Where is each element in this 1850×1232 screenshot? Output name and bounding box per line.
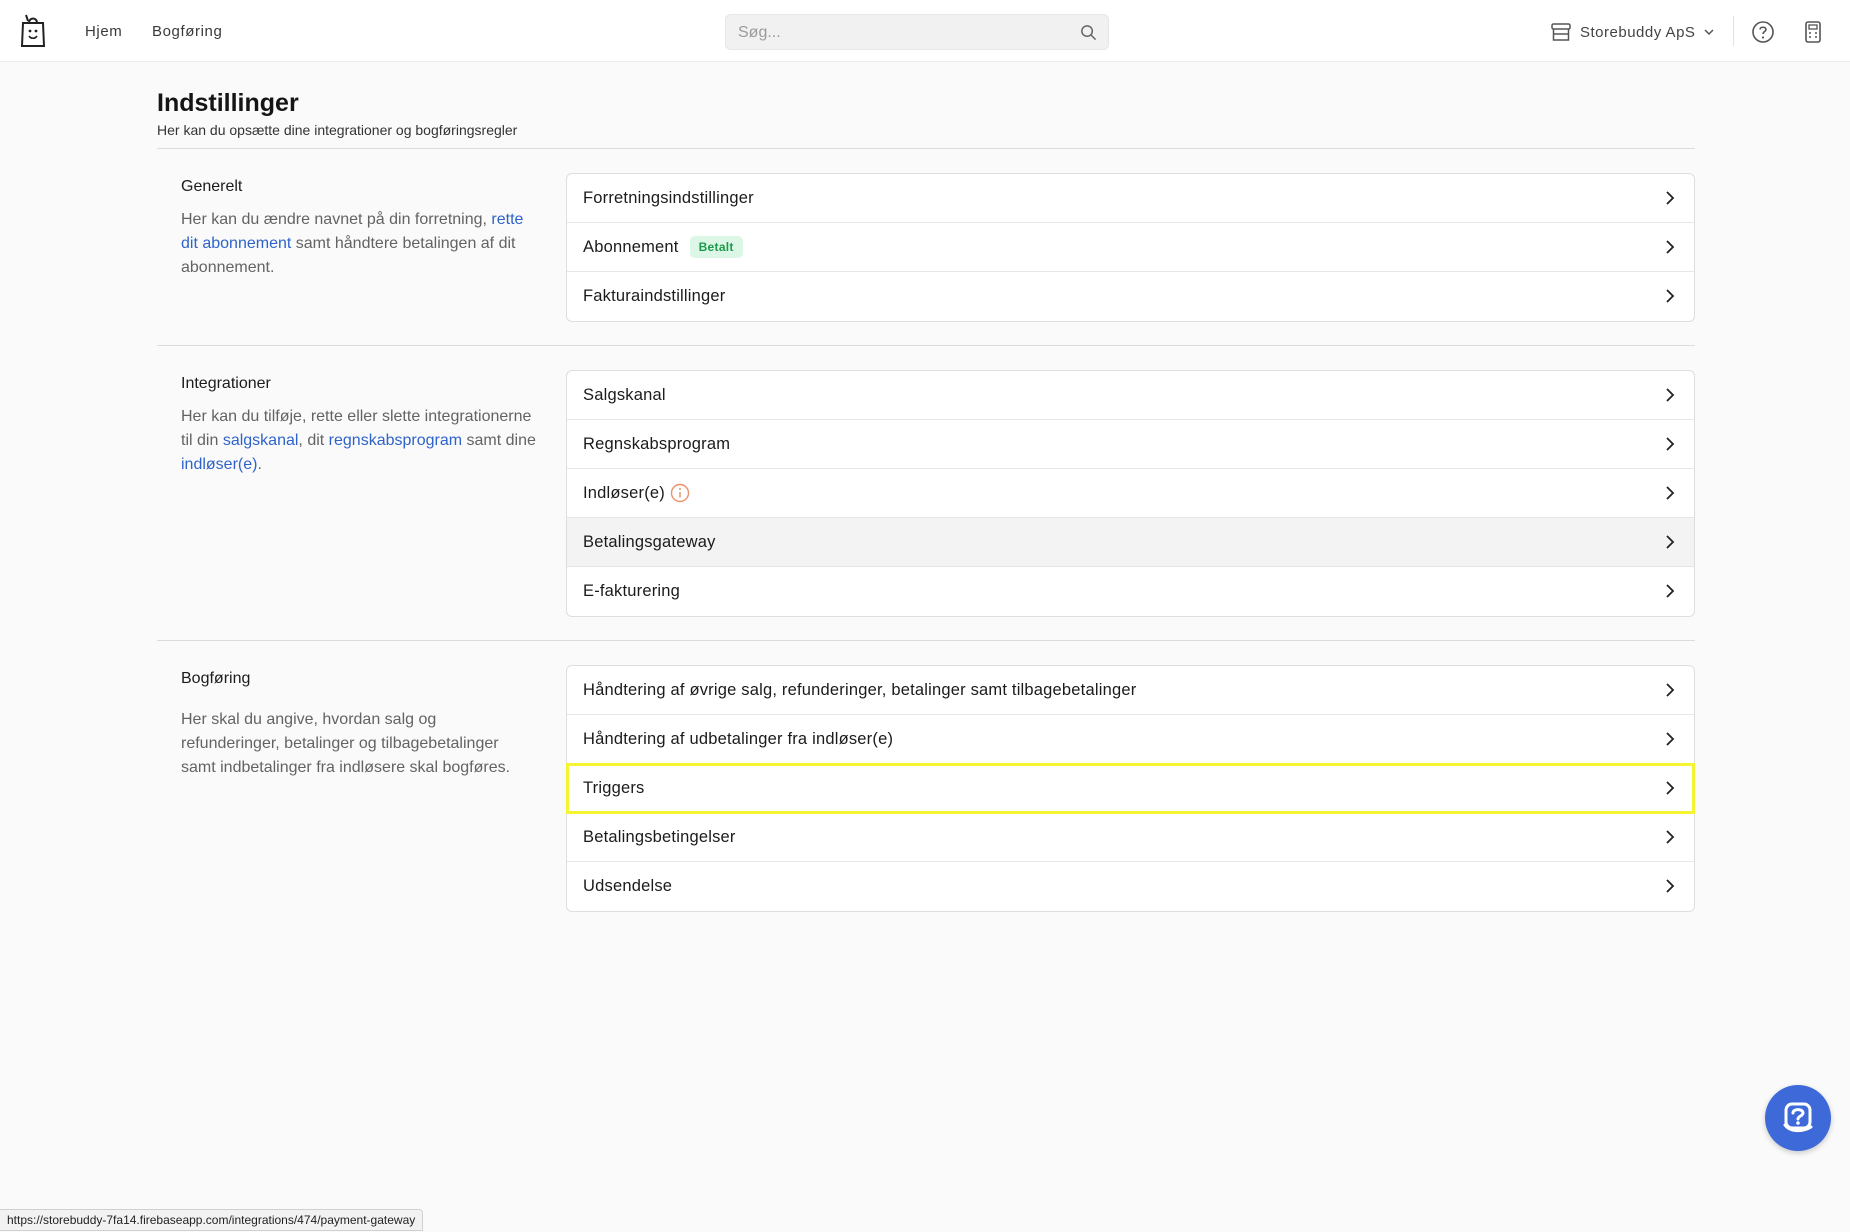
row-label: Triggers <box>583 778 645 797</box>
chevron-down-icon <box>1704 29 1714 36</box>
chevron-right-icon <box>1666 732 1675 746</box>
row-acquirers[interactable]: Indløser(e) <box>567 469 1694 518</box>
chevron-right-icon <box>1666 437 1675 451</box>
row-label: Håndtering af udbetalinger fra indløser(… <box>583 729 894 748</box>
chevron-right-icon <box>1666 289 1675 303</box>
shopping-bag-logo-icon[interactable] <box>18 13 48 49</box>
settings-card-generelt: Forretningsindstillinger Abonnement Beta… <box>566 173 1695 322</box>
chat-help-icon <box>1783 1102 1813 1133</box>
row-other-sales-handling[interactable]: Håndtering af øvrige salg, refunderinger… <box>567 666 1694 715</box>
sales-channel-link[interactable]: salgskanal <box>223 432 299 449</box>
row-label: Betalingsgateway <box>583 532 716 551</box>
row-label: Fakturaindstillinger <box>583 287 726 305</box>
search-icon[interactable] <box>1079 23 1098 42</box>
chat-help-button[interactable] <box>1765 1085 1831 1151</box>
section-desc-bogforing: Her skal du angive, hvordan salg og refu… <box>181 711 511 776</box>
chevron-right-icon <box>1666 830 1675 844</box>
search-input[interactable] <box>738 22 1068 44</box>
row-label: Betalingsbetingelser <box>583 827 736 846</box>
question-circle-icon[interactable] <box>1750 19 1776 45</box>
row-label: Forretningsindstillinger <box>583 188 754 207</box>
row-label: Håndtering af øvrige salg, refunderinger… <box>583 680 1137 699</box>
row-invoice-settings[interactable]: Fakturaindstillinger <box>567 272 1694 321</box>
row-label: Regnskabsprogram <box>583 434 731 453</box>
info-circle-icon[interactable] <box>670 483 690 503</box>
desc-text: , dit <box>298 432 325 449</box>
chevron-right-icon <box>1666 388 1675 402</box>
topbar-divider <box>1733 16 1734 46</box>
store-icon <box>1551 23 1571 41</box>
accounting-program-link[interactable]: regnskabsprogram <box>329 432 462 449</box>
section-divider <box>157 345 1695 346</box>
chevron-right-icon <box>1666 879 1675 893</box>
section-divider <box>157 640 1695 641</box>
acquirer-link[interactable]: indløser(e) <box>181 456 257 473</box>
status-badge: Betalt <box>689 236 743 258</box>
page-subtitle: Her kan du opsætte dine integrationer og… <box>157 122 518 138</box>
company-name: Storebuddy ApS <box>1580 23 1696 41</box>
chevron-right-icon <box>1666 683 1675 697</box>
status-bar-url: https://storebuddy-7fa14.firebaseapp.com… <box>0 1209 424 1231</box>
chevron-right-icon <box>1666 240 1675 254</box>
company-switcher[interactable]: Storebuddy ApS <box>1550 19 1715 45</box>
desc-text: Her kan du ændre navnet på din forretnin… <box>181 211 487 228</box>
row-label: Salgskanal <box>583 385 666 404</box>
row-label: Abonnement <box>583 237 679 256</box>
header-divider <box>157 148 1695 149</box>
section-title-integrationer: Integrationer <box>181 375 271 392</box>
desc-text: . <box>257 456 262 473</box>
top-navbar: Hjem Bogføring Storebuddy ApS <box>0 0 1850 62</box>
row-payout-handling[interactable]: Håndtering af udbetalinger fra indløser(… <box>567 715 1694 764</box>
row-label: E-fakturering <box>583 582 681 600</box>
chevron-right-icon <box>1666 535 1675 549</box>
row-accounting-program[interactable]: Regnskabsprogram <box>567 420 1694 469</box>
row-e-invoicing[interactable]: E-fakturering <box>567 567 1694 616</box>
nav-home-link[interactable]: Hjem <box>85 23 122 40</box>
settings-card-integrationer: Salgskanal Regnskabsprogram Indløser(e) … <box>566 370 1695 617</box>
row-payment-gateway[interactable]: Betalingsgateway <box>567 518 1694 567</box>
chevron-right-icon <box>1666 191 1675 205</box>
row-sales-channel[interactable]: Salgskanal <box>567 371 1694 420</box>
row-label: Udsendelse <box>583 877 673 895</box>
chevron-right-icon <box>1666 781 1675 795</box>
section-desc-integrationer: Her kan du tilføje, rette eller slette i… <box>181 405 536 477</box>
row-payment-terms[interactable]: Betalingsbetingelser <box>567 813 1694 862</box>
page-title: Indstillinger <box>157 89 299 117</box>
settings-card-bogforing: Håndtering af øvrige salg, refunderinger… <box>566 665 1695 912</box>
chevron-right-icon <box>1666 584 1675 598</box>
section-title-bogforing: Bogføring <box>181 670 251 687</box>
row-dispatch[interactable]: Udsendelse <box>567 862 1694 911</box>
row-subscription[interactable]: Abonnement Betalt <box>567 223 1694 272</box>
section-desc-generelt: Her kan du ændre navnet på din forretnin… <box>181 208 536 280</box>
section-title-generelt: Generelt <box>181 178 243 195</box>
chevron-right-icon <box>1666 486 1675 500</box>
desc-text: samt dine <box>466 432 536 449</box>
row-triggers[interactable]: Triggers <box>566 763 1695 814</box>
row-business-settings[interactable]: Forretningsindstillinger <box>567 174 1694 223</box>
search-box[interactable] <box>725 14 1109 50</box>
row-label: Indløser(e) <box>583 483 665 502</box>
calculator-icon[interactable] <box>1800 19 1826 45</box>
nav-bookkeeping-link[interactable]: Bogføring <box>152 23 222 40</box>
